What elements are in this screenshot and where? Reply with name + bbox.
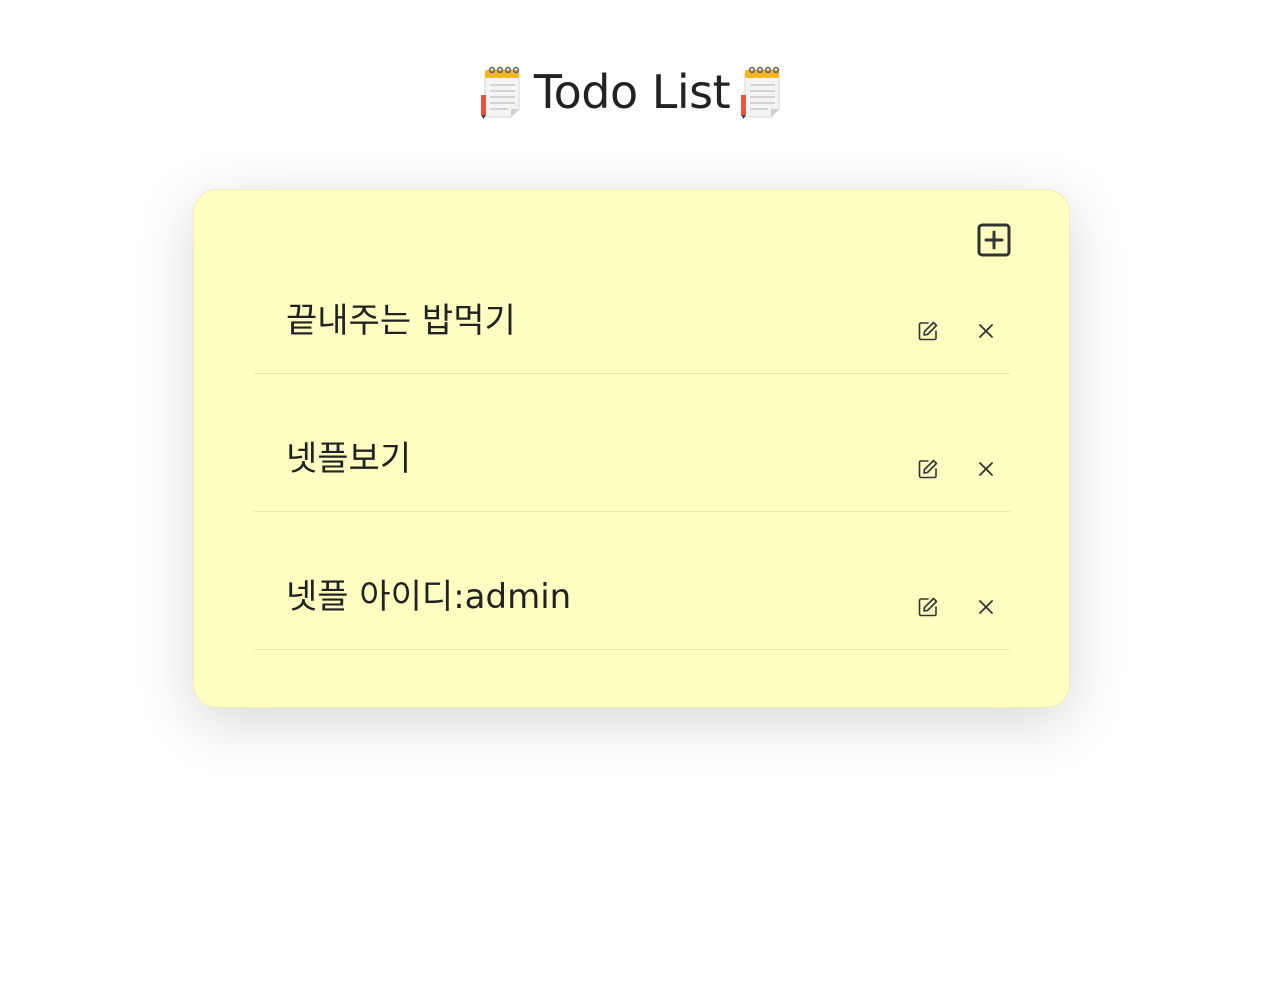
close-icon (977, 598, 995, 616)
todo-card: 끝내주는 밥먹기 넷플보기 넷플 아이디:admin (193, 189, 1070, 708)
edit-button[interactable] (917, 320, 939, 342)
todo-text: 넷플 아이디:admin (286, 577, 572, 617)
notepad-icon (740, 65, 784, 119)
edit-icon (917, 596, 939, 618)
edit-icon (917, 320, 939, 342)
close-icon (977, 322, 995, 340)
todo-item: 넷플 아이디:admin (254, 561, 1010, 650)
delete-button[interactable] (977, 322, 995, 340)
todo-list: 끝내주는 밥먹기 넷플보기 넷플 아이디:admin (254, 285, 1010, 699)
todo-text: 끝내주는 밥먹기 (286, 301, 516, 341)
close-icon (977, 460, 995, 478)
edit-button[interactable] (917, 596, 939, 618)
edit-icon (917, 458, 939, 480)
page-title: Todo List (533, 65, 731, 119)
edit-button[interactable] (917, 458, 939, 480)
add-todo-button[interactable] (977, 223, 1011, 257)
page-header: Todo List (0, 56, 1264, 128)
todo-text: 넷플보기 (286, 439, 412, 479)
todo-item: 넷플보기 (254, 423, 1010, 512)
todo-item: 끝내주는 밥먹기 (254, 285, 1010, 374)
plus-square-icon (977, 223, 1011, 257)
notepad-icon (480, 65, 524, 119)
delete-button[interactable] (977, 598, 995, 616)
delete-button[interactable] (977, 460, 995, 478)
